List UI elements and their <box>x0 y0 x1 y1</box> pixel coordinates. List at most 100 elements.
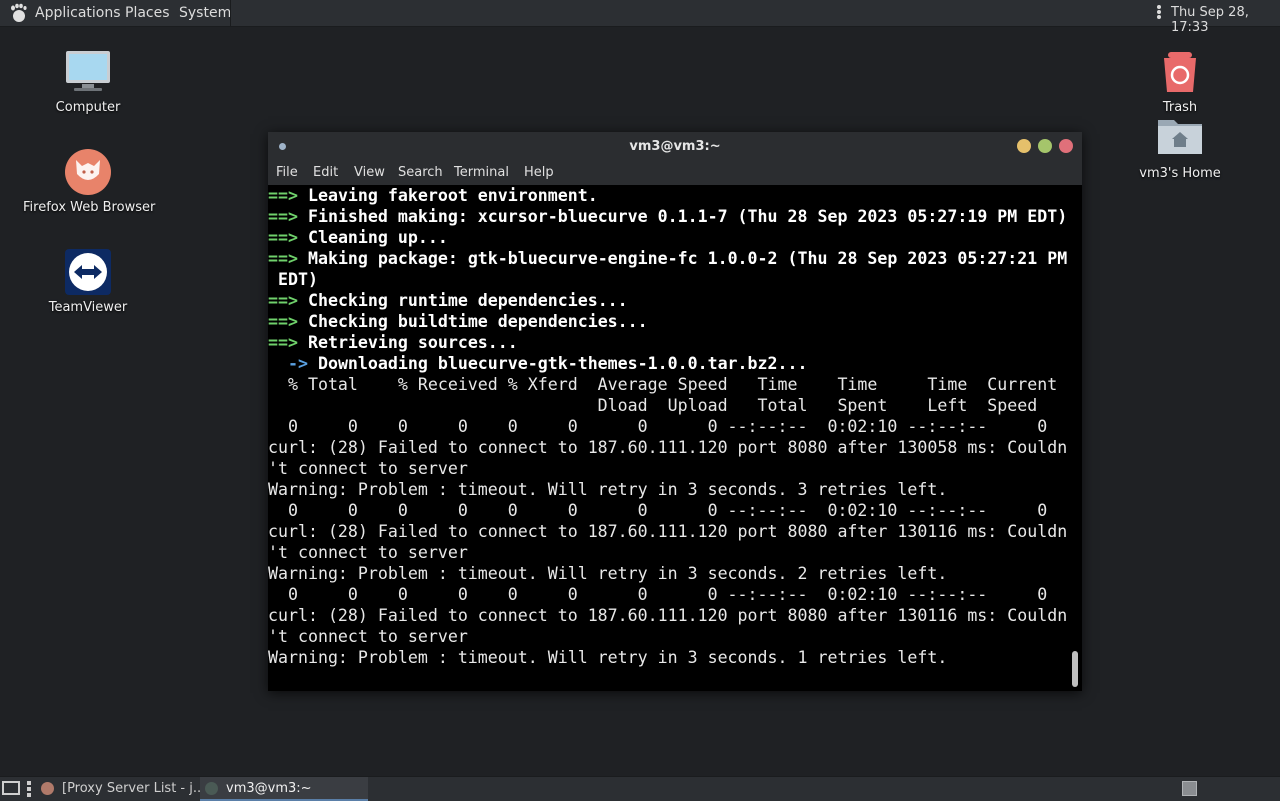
line-text: 0 0 0 0 0 0 0 0 --:--:-- 0:02:10 --:--:-… <box>268 417 1048 436</box>
terminal-output[interactable]: ==> Leaving fakeroot environment. ==> Fin… <box>268 185 1068 691</box>
terminal-line: Warning: Problem : timeout. Will retry i… <box>268 563 1068 584</box>
prompt-arrow: ==> <box>268 228 298 247</box>
close-button[interactable] <box>1059 139 1073 153</box>
maximize-button[interactable] <box>1038 139 1052 153</box>
window-title-bar[interactable]: vm3@vm3:~ <box>268 132 1082 160</box>
taskbar-handle-icon[interactable] <box>27 781 33 797</box>
terminal-line: Warning: Problem : timeout. Will retry i… <box>268 647 1068 668</box>
line-text: Cleaning up... <box>297 228 448 247</box>
menu-help[interactable]: Help <box>524 165 554 180</box>
line-text: Warning: Problem : timeout. Will retry i… <box>268 564 948 583</box>
desktop-icon-trash[interactable]: Trash <box>1115 48 1245 115</box>
line-text: Retrieving sources... <box>297 333 518 352</box>
panel-separator <box>230 0 231 26</box>
terminal-line: ==> Finished making: xcursor-bluecurve 0… <box>268 206 1068 227</box>
line-text: curl: (28) Failed to connect to 187.60.1… <box>268 438 1068 457</box>
panel-handle-icon[interactable] <box>1156 4 1162 22</box>
terminal-line: % Total % Received % Xferd Average Speed… <box>268 374 1068 395</box>
menu-search[interactable]: Search <box>398 165 443 180</box>
line-text: Checking buildtime dependencies... <box>297 312 648 331</box>
terminal-line: ==> Cleaning up... <box>268 227 1068 248</box>
line-text: curl: (28) Failed to connect to 187.60.1… <box>268 522 1068 541</box>
firefox-icon <box>41 782 54 795</box>
line-text: 0 0 0 0 0 0 0 0 --:--:-- 0:02:10 --:--:-… <box>268 585 1048 604</box>
terminal-line: curl: (28) Failed to connect to 187.60.1… <box>268 437 1068 458</box>
terminal-line: ==> Retrieving sources... <box>268 332 1068 353</box>
bottom-taskbar: [Proxy Server List - j... vm3@vm3:~ <box>0 776 1280 801</box>
home-folder-icon <box>1158 120 1202 154</box>
prompt-arrow: ==> <box>268 249 298 268</box>
terminal-line: -> Downloading bluecurve-gtk-themes-1.0.… <box>268 353 1068 374</box>
terminal-line: curl: (28) Failed to connect to 187.60.1… <box>268 521 1068 542</box>
teamviewer-icon <box>65 249 111 295</box>
terminal-line: Warning: Problem : timeout. Will retry i… <box>268 479 1068 500</box>
terminal-line: Dload Upload Total Spent Left Speed <box>268 395 1068 416</box>
firefox-icon <box>65 149 111 195</box>
prompt-arrow: ==> <box>268 186 298 205</box>
desktop-icon-label: Computer <box>55 100 121 115</box>
top-panel: Applications Places System Thu Sep 28, 1… <box>0 0 1280 35</box>
taskbar-item-label: [Proxy Server List - j... <box>62 781 206 796</box>
desktop-icon-computer[interactable]: Computer <box>23 48 153 115</box>
terminal-window: vm3@vm3:~ File Edit View Search Terminal… <box>268 132 1082 691</box>
prompt-arrow: ==> <box>268 291 298 310</box>
scrollbar-thumb[interactable] <box>1072 651 1078 687</box>
terminal-menu-bar: File Edit View Search Terminal Help <box>268 160 1082 185</box>
desktop-icon-firefox[interactable]: Firefox Web Browser <box>23 148 156 215</box>
gnome-foot-icon[interactable] <box>8 3 28 23</box>
places-menu[interactable]: Places <box>125 5 170 21</box>
menu-edit[interactable]: Edit <box>313 165 338 180</box>
terminal-scrollbar[interactable] <box>1068 185 1082 691</box>
line-text: 't connect to server <box>268 543 468 562</box>
line-text: curl: (28) Failed to connect to 187.60.1… <box>268 606 1068 625</box>
window-title: vm3@vm3:~ <box>629 139 721 154</box>
minimize-button[interactable] <box>1017 139 1031 153</box>
terminal-line: 0 0 0 0 0 0 0 0 --:--:-- 0:02:10 --:--:-… <box>268 500 1068 521</box>
menu-terminal[interactable]: Terminal <box>454 165 509 180</box>
terminal-line: ==> Checking runtime dependencies... <box>268 290 1068 311</box>
terminal-line: curl: (28) Failed to connect to 187.60.1… <box>268 605 1068 626</box>
desktop-icon-label: Firefox Web Browser <box>23 200 156 215</box>
line-text: Downloading bluecurve-gtk-themes-1.0.0.t… <box>307 354 808 373</box>
computer-icon <box>66 51 110 91</box>
menu-view[interactable]: View <box>354 165 385 180</box>
terminal-line: 0 0 0 0 0 0 0 0 --:--:-- 0:02:10 --:--:-… <box>268 584 1068 605</box>
menu-file[interactable]: File <box>276 165 298 180</box>
system-menu[interactable]: System <box>179 5 231 21</box>
terminal-line: 0 0 0 0 0 0 0 0 --:--:-- 0:02:10 --:--:-… <box>268 416 1068 437</box>
desktop-icon-label: TeamViewer <box>48 300 128 315</box>
prompt-arrow: ==> <box>268 207 298 226</box>
line-text: Warning: Problem : timeout. Will retry i… <box>268 480 948 499</box>
trash-icon <box>1164 52 1196 92</box>
taskbar-item-proxy[interactable]: [Proxy Server List - j... <box>36 777 205 801</box>
desktop-icon-label: Trash <box>1162 100 1198 115</box>
line-text: Leaving fakeroot environment. <box>297 186 598 205</box>
line-text: 0 0 0 0 0 0 0 0 --:--:-- 0:02:10 --:--:-… <box>268 501 1048 520</box>
terminal-line: ==> Making package: gtk-bluecurve-engine… <box>268 248 1068 269</box>
line-text: Finished making: xcursor-bluecurve 0.1.1… <box>297 207 1068 226</box>
taskbar-item-label: vm3@vm3:~ <box>226 781 312 796</box>
terminal-line: 't connect to server <box>268 542 1068 563</box>
prompt-arrow: ==> <box>268 312 298 331</box>
desktop-icon-label: vm3's Home <box>1139 166 1221 181</box>
line-text: Making package: gtk-bluecurve-engine-fc … <box>297 249 1068 268</box>
sub-arrow: -> <box>268 354 308 373</box>
terminal-line: ==> Leaving fakeroot environment. <box>268 185 1068 206</box>
workspace-switcher[interactable] <box>1182 781 1197 796</box>
terminal-icon <box>205 782 218 795</box>
line-text: % Total % Received % Xferd Average Speed… <box>268 375 1058 394</box>
desktop-icon-teamviewer[interactable]: TeamViewer <box>23 248 153 315</box>
taskbar-item-terminal[interactable]: vm3@vm3:~ <box>200 777 368 801</box>
terminal-line: ==> Checking buildtime dependencies... <box>268 311 1068 332</box>
line-text: Dload Upload Total Spent Left Speed <box>268 396 1038 415</box>
line-text: EDT) <box>268 270 318 289</box>
prompt-arrow: ==> <box>268 333 298 352</box>
show-desktop-icon[interactable] <box>2 781 20 795</box>
line-text: Checking runtime dependencies... <box>297 291 628 310</box>
applications-menu[interactable]: Applications <box>35 5 121 21</box>
clock[interactable]: Thu Sep 28, 17:33 <box>1171 5 1280 35</box>
line-text: 't connect to server <box>268 459 468 478</box>
line-text: Warning: Problem : timeout. Will retry i… <box>268 648 948 667</box>
desktop-icon-home[interactable]: vm3's Home <box>1115 114 1245 181</box>
terminal-line: 't connect to server <box>268 458 1068 479</box>
